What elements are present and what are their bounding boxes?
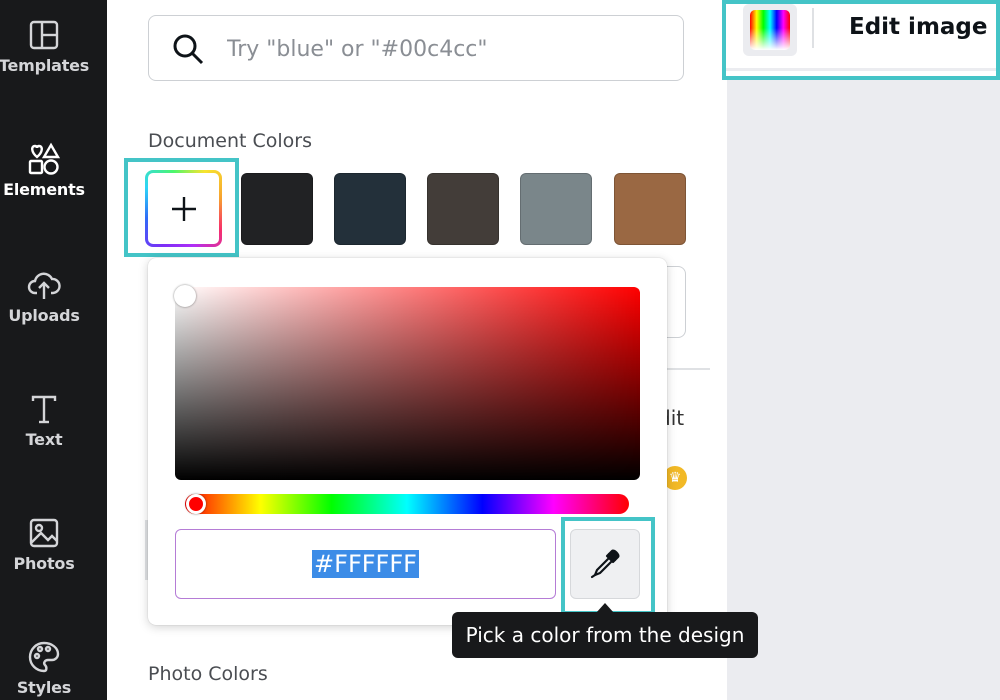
document-color-swatch[interactable] bbox=[614, 173, 686, 245]
hex-value: #FFFFFF bbox=[312, 550, 419, 578]
palette-icon bbox=[28, 641, 60, 673]
eyedropper-icon bbox=[590, 549, 620, 579]
rainbow-color-icon bbox=[750, 10, 790, 50]
document-color-swatch[interactable] bbox=[520, 173, 592, 245]
document-color-swatch[interactable] bbox=[334, 173, 406, 245]
plus-icon bbox=[171, 196, 196, 221]
toolbar-divider bbox=[812, 8, 814, 48]
sidebar-item-label: Text bbox=[25, 430, 63, 449]
text-icon bbox=[31, 395, 57, 424]
toolbar-underline bbox=[726, 68, 996, 71]
hue-slider[interactable] bbox=[185, 494, 629, 514]
photo-icon bbox=[29, 518, 59, 548]
eyedropper-button[interactable] bbox=[570, 529, 640, 599]
search-input[interactable] bbox=[225, 24, 669, 74]
document-colors-title: Document Colors bbox=[148, 130, 312, 152]
sidebar-item-photos[interactable]: Photos bbox=[0, 516, 88, 573]
photo-colors-title: Photo Colors bbox=[148, 663, 268, 685]
document-color-swatch[interactable] bbox=[241, 173, 313, 245]
sidebar-item-templates[interactable]: Templates bbox=[0, 18, 90, 75]
templates-icon bbox=[29, 20, 59, 50]
sidebar-item-uploads[interactable]: Uploads bbox=[0, 268, 88, 325]
document-color-swatch[interactable] bbox=[427, 173, 499, 245]
sidebar-item-text[interactable]: Text bbox=[0, 392, 88, 449]
sidebar-item-label: Elements bbox=[3, 180, 85, 199]
upload-cloud-icon bbox=[27, 272, 61, 299]
sidebar-item-elements[interactable]: Elements bbox=[0, 142, 88, 199]
hex-input[interactable]: #FFFFFF bbox=[175, 529, 556, 599]
sidebar-item-label: Photos bbox=[13, 554, 75, 573]
color-search-box[interactable] bbox=[148, 15, 684, 81]
add-color-button[interactable] bbox=[145, 170, 222, 247]
sidebar-item-styles[interactable]: Styles bbox=[0, 640, 88, 697]
left-sidebar: Templates Elements Uploads Text Photos S… bbox=[0, 0, 107, 700]
elements-icon bbox=[28, 142, 61, 175]
edit-image-button[interactable]: Edit image bbox=[849, 14, 988, 40]
sidebar-item-label: Templates bbox=[0, 56, 90, 75]
saturation-value-area[interactable] bbox=[175, 287, 640, 480]
eyedropper-tooltip: Pick a color from the design bbox=[452, 612, 758, 658]
search-icon bbox=[173, 34, 204, 65]
hue-slider-handle[interactable] bbox=[186, 494, 206, 514]
sidebar-item-label: Styles bbox=[16, 678, 72, 697]
sidebar-item-label: Uploads bbox=[8, 306, 80, 325]
saturation-value-handle[interactable] bbox=[174, 285, 196, 307]
current-color-button[interactable] bbox=[743, 4, 797, 56]
